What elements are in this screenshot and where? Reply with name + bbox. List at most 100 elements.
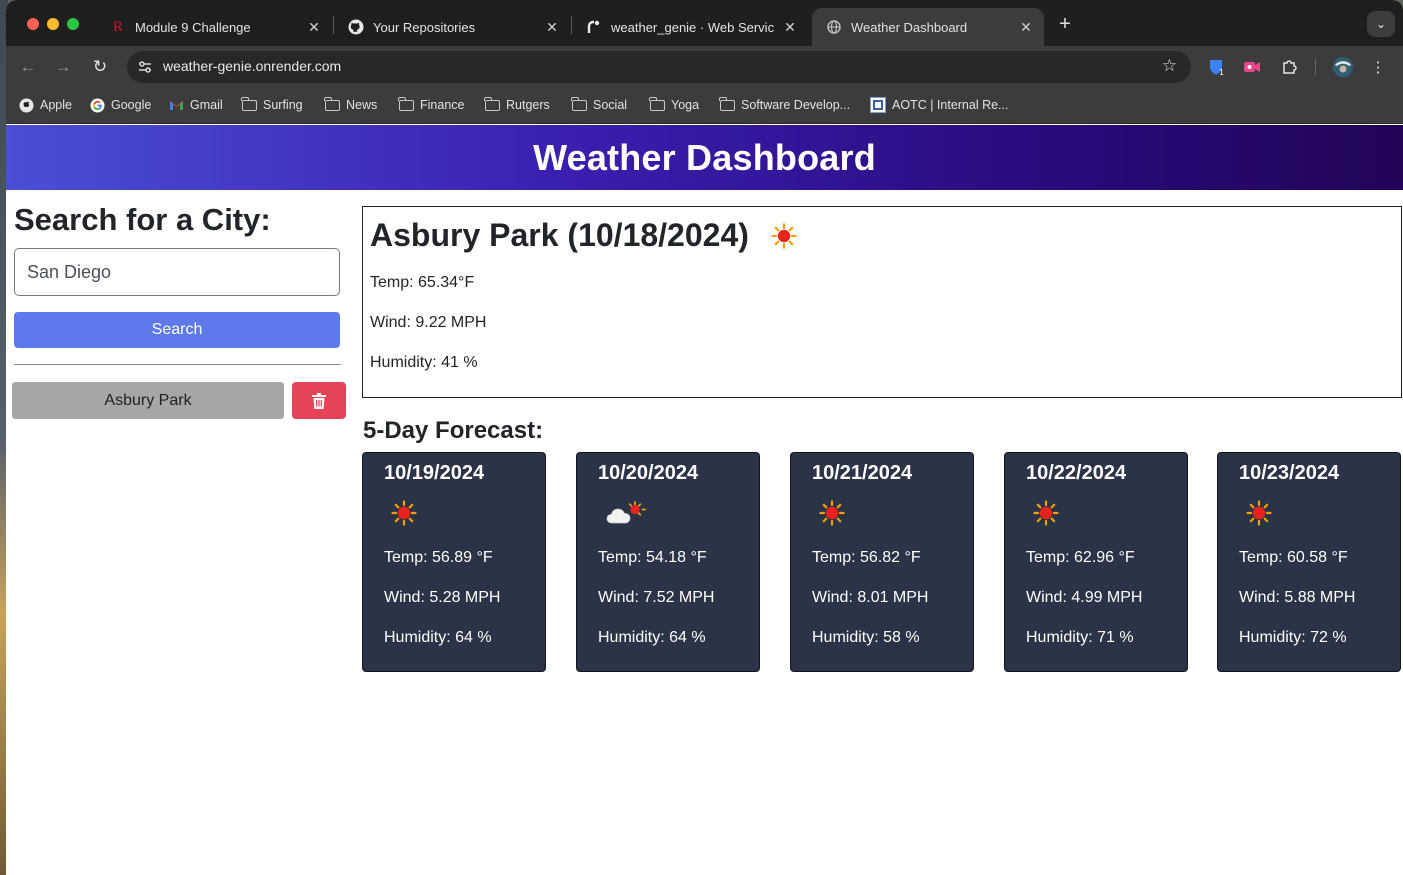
city-search-input[interactable]	[14, 248, 340, 296]
browser-window: R Module 9 Challenge ✕ Your Repositories…	[6, 0, 1403, 875]
bookmark-folder-rutgers[interactable]: Rutgers	[484, 96, 550, 113]
address-bar[interactable]: weather-genie.onrender.com ☆	[127, 51, 1191, 83]
tab-close-icon[interactable]: ✕	[544, 19, 560, 35]
tab-close-icon[interactable]: ✕	[782, 19, 798, 35]
bookmark-folder-software-develop[interactable]: Software Develop...	[719, 96, 851, 113]
browser-toolbar: ← → ↻ weather-genie.onrender.com ☆ 1 ⋮	[6, 46, 1403, 88]
tab-weather-genie-render[interactable]: weather_genie · Web Servic ✕	[572, 8, 808, 46]
trash-icon	[312, 392, 326, 409]
forecast-card: 10/20/2024 Temp: 54.18 °F Wind: 7.52 MPH…	[576, 452, 760, 672]
bookmark-folder-news[interactable]: News	[324, 96, 377, 113]
forecast-card: 10/21/2024 Temp: 56.82 °F Wind: 8.01 MPH…	[790, 452, 974, 672]
folder-icon	[398, 96, 414, 113]
globe-icon	[826, 19, 842, 35]
current-wind: Wind: 9.22 MPH	[370, 314, 487, 331]
sun-icon	[1246, 500, 1272, 526]
history-city-button[interactable]: Asbury Park	[12, 382, 284, 419]
forecast-wind: Wind: 5.88 MPH	[1239, 589, 1356, 606]
forecast-wind: Wind: 5.28 MPH	[384, 589, 501, 606]
forecast-card: 10/22/2024 Temp: 62.96 °F Wind: 4.99 MPH…	[1004, 452, 1188, 672]
tab-title: Module 9 Challenge	[135, 19, 251, 35]
extensions-puzzle-icon[interactable]	[1278, 56, 1300, 78]
bookmark-folder-surfing[interactable]: Surfing	[241, 96, 303, 113]
forecast-date: 10/21/2024	[812, 462, 913, 484]
extension-video-icon[interactable]	[1241, 56, 1263, 78]
page-content: Weather Dashboard Search for a City: Sea…	[6, 125, 1403, 875]
forecast-date: 10/22/2024	[1026, 462, 1127, 484]
url-text: weather-genie.onrender.com	[163, 58, 342, 74]
site-settings-icon[interactable]	[137, 59, 153, 75]
tab-strip: R Module 9 Challenge ✕ Your Repositories…	[6, 0, 1403, 46]
tab-search-chevron-down-icon[interactable]: ⌄	[1367, 11, 1395, 37]
forecast-date: 10/20/2024	[598, 462, 699, 484]
google-icon	[89, 97, 105, 113]
render-icon	[586, 19, 602, 35]
forecast-temp: Temp: 54.18 °F	[598, 549, 707, 566]
bookmark-star-icon[interactable]: ☆	[1162, 56, 1177, 76]
bookmark-google[interactable]: Google	[89, 97, 151, 113]
folder-icon	[241, 96, 257, 113]
bookmark-folder-finance[interactable]: Finance	[398, 96, 464, 113]
bookmark-label: Google	[111, 98, 152, 112]
forecast-temp: Temp: 60.58 °F	[1239, 549, 1348, 566]
bookmark-label: Yoga	[671, 98, 700, 112]
delete-history-button[interactable]	[292, 382, 346, 419]
forward-arrow-icon[interactable]: →	[50, 54, 76, 80]
sun-icon	[819, 500, 845, 526]
bookmark-label: Software Develop...	[741, 98, 851, 112]
bookmark-apple[interactable]: Apple	[18, 97, 72, 113]
bookmark-folder-yoga[interactable]: Yoga	[649, 96, 700, 113]
forecast-wind: Wind: 8.01 MPH	[812, 589, 929, 606]
site-icon	[870, 97, 886, 113]
search-button[interactable]: Search	[14, 312, 340, 348]
bookmark-gmail[interactable]: Gmail	[168, 97, 223, 113]
folder-icon	[649, 96, 665, 113]
apple-icon	[18, 97, 34, 113]
tab-title: weather_genie · Web Servic	[611, 19, 775, 35]
toolbar-separator	[1315, 59, 1316, 75]
partly-cloudy-icon	[606, 501, 646, 524]
forecast-humidity: Humidity: 64 %	[598, 629, 706, 646]
bookmark-aotc[interactable]: AOTC | Internal Re...	[870, 97, 1008, 113]
tab-close-icon[interactable]: ✕	[1018, 19, 1034, 35]
back-arrow-icon[interactable]: ←	[15, 54, 41, 80]
forecast-wind: Wind: 7.52 MPH	[598, 589, 715, 606]
bookmark-folder-social[interactable]: Social	[571, 96, 628, 113]
extension-bitwarden-icon[interactable]: 1	[1205, 56, 1227, 78]
tab-title: Weather Dashboard	[851, 19, 968, 35]
tab-close-icon[interactable]: ✕	[306, 19, 322, 35]
github-icon	[348, 19, 364, 35]
folder-icon	[484, 96, 500, 113]
bookmarks-bar: Apple Google Gmail Surfing News Finance	[6, 88, 1403, 124]
folder-icon	[324, 96, 340, 113]
bookmark-label: Apple	[40, 98, 72, 112]
bookmark-label: Rutgers	[506, 98, 550, 112]
search-heading: Search for a City:	[14, 202, 271, 237]
forecast-temp: Temp: 62.96 °F	[1026, 549, 1135, 566]
bookmark-label: Surfing	[263, 98, 303, 112]
profile-avatar[interactable]	[1331, 55, 1355, 79]
bookmark-label: Social	[593, 98, 628, 112]
sidebar-divider	[14, 364, 341, 365]
current-weather-card: Asbury Park (10/18/2024) Temp: 65.34°F W…	[362, 206, 1402, 398]
folder-icon	[719, 96, 735, 113]
reload-icon[interactable]: ↻	[87, 54, 113, 80]
app-header: Weather Dashboard	[6, 125, 1403, 190]
forecast-humidity: Humidity: 58 %	[812, 629, 920, 646]
forecast-humidity: Humidity: 72 %	[1239, 629, 1347, 646]
current-humidity: Humidity: 41 %	[370, 354, 478, 371]
tab-module-9-challenge[interactable]: R Module 9 Challenge ✕	[96, 8, 332, 46]
window-maximize-button[interactable]	[67, 18, 79, 30]
tab-your-repositories[interactable]: Your Repositories ✕	[334, 8, 570, 46]
new-tab-button[interactable]: +	[1054, 13, 1076, 35]
more-menu-icon[interactable]: ⋮	[1367, 56, 1389, 78]
gmail-icon	[168, 97, 184, 113]
forecast-humidity: Humidity: 71 %	[1026, 629, 1134, 646]
window-close-button[interactable]	[27, 18, 39, 30]
window-minimize-button[interactable]	[47, 18, 59, 30]
tab-weather-dashboard[interactable]: Weather Dashboard ✕	[812, 8, 1044, 46]
forecast-temp: Temp: 56.82 °F	[812, 549, 921, 566]
forecast-temp: Temp: 56.89 °F	[384, 549, 493, 566]
folder-icon	[571, 96, 587, 113]
forecast-heading: 5-Day Forecast:	[363, 417, 544, 444]
